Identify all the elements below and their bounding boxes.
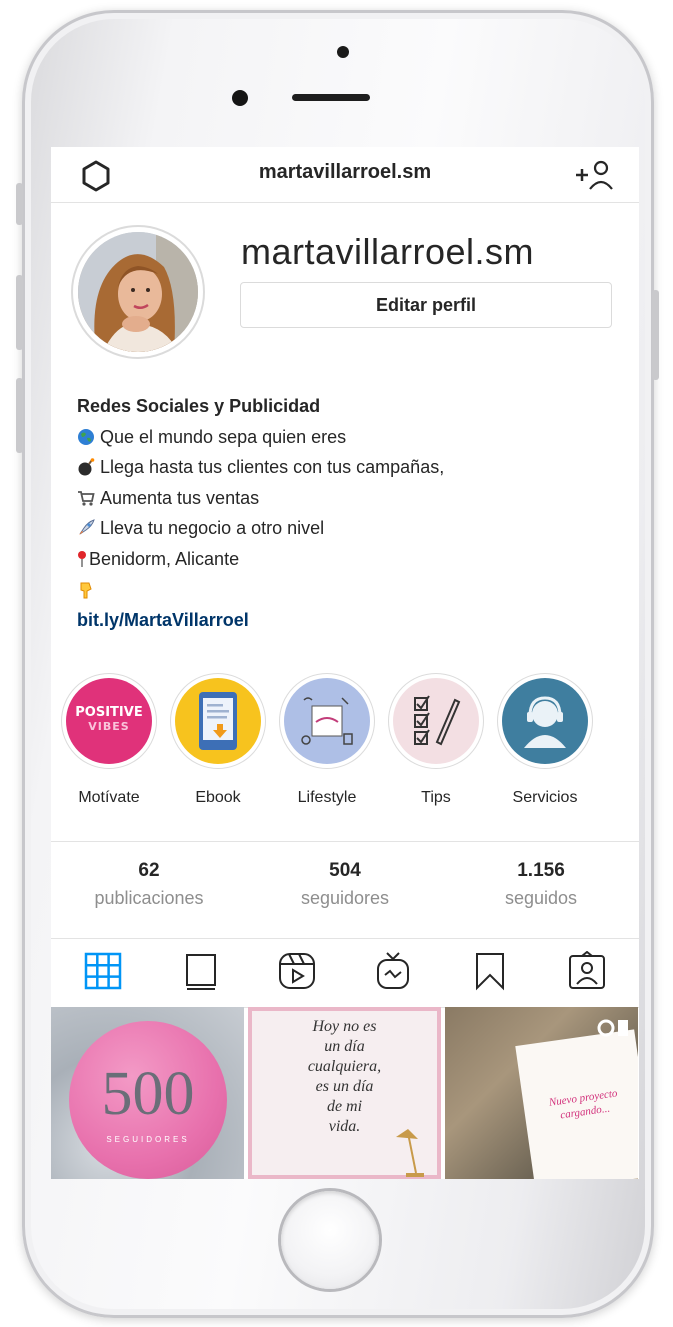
highlight-motivate[interactable]: POSITIVE VIBES Motívate: [59, 673, 159, 807]
rocket-emoji-icon: [79, 519, 95, 536]
bio-text-2: Llega hasta tus clientes con tus campaña…: [100, 457, 445, 478]
bio-text-4: Lleva tu negocio a otro nivel: [100, 518, 325, 539]
notebook-text: Nuevo proyecto cargando...: [523, 1083, 638, 1127]
bio-line: Aumenta tus ventas: [77, 483, 617, 514]
post-small-text: SEGUIDORES: [106, 1135, 190, 1144]
igtv-icon[interactable]: [373, 951, 413, 991]
bio-line: Lleva tu negocio a otro nivel: [77, 513, 617, 544]
ebook-icon: [199, 692, 237, 750]
bio-title: Redes Sociales y Publicidad: [77, 396, 321, 416]
highlight-tips[interactable]: Tips: [386, 673, 486, 807]
highlight-ring: [170, 673, 266, 769]
power-button: [652, 290, 659, 380]
pointing-down-emoji-icon: [80, 582, 92, 599]
highlight-cover: POSITIVE VIBES: [66, 678, 152, 764]
tagged-icon[interactable]: [567, 951, 607, 991]
cover-text-line: VIBES: [88, 720, 130, 733]
profile-stats: 62 publicaciones 504 seguidores 1.156 se…: [51, 841, 639, 939]
highlight-cover: [393, 678, 479, 764]
quote-line: es un día: [315, 1078, 374, 1095]
bio-line: Benidorm, Alicante: [77, 544, 617, 575]
quote-text: Hoy no es un día cualquiera, es un día d…: [248, 1017, 441, 1137]
highlight-label: Tips: [421, 789, 451, 806]
add-person-icon[interactable]: [573, 157, 617, 193]
post-thumbnail[interactable]: Hoy no es un día cualquiera, es un día d…: [248, 1007, 441, 1179]
highlight-cover: [284, 678, 370, 764]
igtv-badge-icon: [597, 1019, 628, 1037]
bio-line: Que el mundo sepa quien eres: [77, 422, 617, 453]
saved-icon[interactable]: [470, 951, 510, 991]
pin-emoji-icon: [78, 550, 86, 567]
globe-emoji-icon: [78, 428, 94, 445]
edit-profile-button[interactable]: Editar perfil: [240, 282, 612, 328]
bio-text-5: Benidorm, Alicante: [89, 548, 240, 569]
front-camera: [232, 90, 248, 106]
bio-line: [77, 575, 617, 606]
notebook-photo: Nuevo proyecto cargando...: [515, 1029, 638, 1179]
bio: Redes Sociales y Publicidad Que el mundo…: [77, 391, 617, 636]
reels-icon[interactable]: [277, 951, 317, 991]
instagram-profile-screen: martavillarroel.sm martavillarroel.sm Ed…: [51, 147, 639, 1179]
highlight-label: Servicios: [512, 789, 578, 806]
post-thumbnail[interactable]: 500 SEGUIDORES: [51, 1007, 244, 1179]
story-highlights: POSITIVE VIBES Motívate Ebook Lifestyle …: [51, 673, 639, 813]
feed-icon[interactable]: [181, 951, 221, 991]
grid-icon[interactable]: [83, 951, 123, 991]
stat-followers[interactable]: 504 seguidores: [247, 860, 443, 909]
bio-line: Llega hasta tus clientes con tus campaña…: [77, 452, 617, 483]
cover-text-line: POSITIVE: [75, 705, 143, 720]
profile-username: martavillarroel.sm: [241, 231, 535, 272]
highlight-ring: [497, 673, 593, 769]
highlight-ebook[interactable]: Ebook: [168, 673, 268, 807]
highlight-cover: [175, 678, 261, 764]
post-thumbnail[interactable]: Nuevo proyecto cargando...: [445, 1007, 638, 1179]
highlight-servicios[interactable]: Servicios: [495, 673, 595, 807]
stat-label: seguidores: [300, 888, 390, 908]
profile-tabs: [51, 937, 639, 1008]
header-username: martavillarroel.sm: [258, 161, 432, 183]
bio-link[interactable]: bit.ly/MartaVillarroel: [77, 605, 617, 636]
stat-value: 1.156: [517, 860, 565, 881]
quote-line: Hoy no es: [312, 1018, 377, 1035]
home-button[interactable]: [281, 1191, 379, 1289]
post-big-number: 500: [101, 1060, 195, 1128]
avatar-photo: [78, 232, 198, 352]
highlight-label: Motívate: [78, 789, 140, 806]
highlight-lifestyle[interactable]: Lifestyle: [277, 673, 377, 807]
highlight-label: Ebook: [195, 789, 241, 806]
highlight-ring: [388, 673, 484, 769]
stat-label: seguidos: [504, 888, 578, 908]
support-agent-icon: [524, 696, 566, 748]
stat-value: 62: [138, 860, 160, 881]
profile-avatar[interactable]: [71, 225, 205, 359]
quote-line: de mi: [326, 1098, 363, 1115]
positive-vibes-text: POSITIVE VIBES: [66, 706, 152, 734]
highlight-ring: POSITIVE VIBES: [61, 673, 157, 769]
mute-switch: [16, 183, 23, 225]
lamp-icon: [396, 1129, 424, 1177]
stat-label: publicaciones: [94, 888, 204, 908]
stat-posts[interactable]: 62 publicaciones: [51, 860, 247, 909]
stat-value: 504: [329, 860, 361, 881]
highlight-label: Lifestyle: [297, 789, 357, 806]
earpiece-speaker: [292, 94, 370, 101]
shopping-cart-emoji-icon: [78, 490, 95, 506]
highlight-cover: [502, 678, 588, 764]
lifestyle-icon: [301, 697, 353, 745]
quote-line: cualquiera,: [307, 1058, 382, 1075]
volume-up-button: [16, 275, 23, 350]
checklist-icon: [414, 695, 461, 746]
pink-circle: 500 SEGUIDORES: [69, 1021, 227, 1179]
proximity-sensor: [337, 46, 349, 58]
top-bar: martavillarroel.sm: [51, 147, 639, 203]
bio-text-3: Aumenta tus ventas: [100, 487, 260, 508]
volume-down-button: [16, 378, 23, 453]
stat-following[interactable]: 1.156 seguidos: [443, 860, 639, 909]
bio-text-1: Que el mundo sepa quien eres: [100, 426, 347, 447]
quote-line: un día: [324, 1038, 365, 1055]
highlight-ring: [279, 673, 375, 769]
bomb-emoji-icon: [78, 458, 95, 476]
posts-grid: 500 SEGUIDORES Hoy no es un día cualquie…: [51, 1007, 639, 1179]
